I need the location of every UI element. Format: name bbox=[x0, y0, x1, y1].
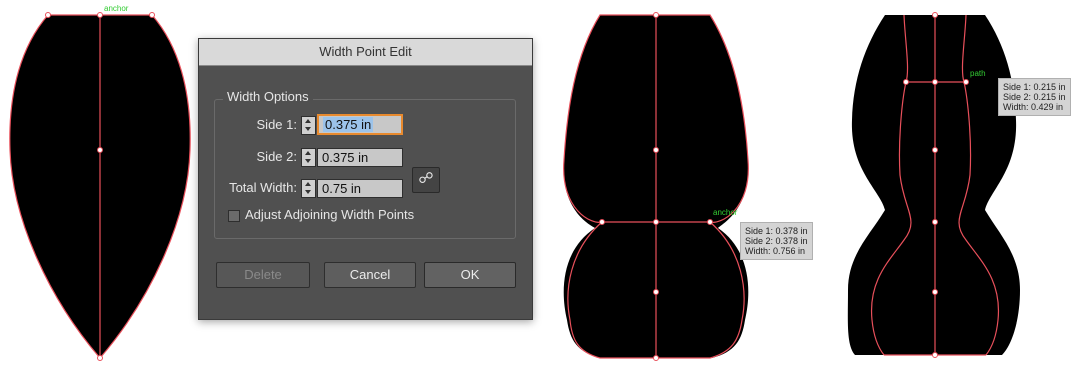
artboard: anchor anchor path bbox=[9, 4, 1020, 361]
width-tooltip-2: Side 1: 0.215 in Side 2: 0.215 in Width:… bbox=[998, 78, 1071, 116]
total-width-stepper[interactable] bbox=[301, 179, 316, 198]
total-width-label: Total Width: bbox=[229, 180, 297, 195]
width-options-title: Width Options bbox=[223, 89, 313, 104]
side1-input[interactable]: 0.375 in bbox=[317, 114, 403, 135]
side2-label: Side 2: bbox=[256, 149, 297, 164]
delete-button[interactable]: Delete bbox=[216, 262, 310, 288]
width-tooltip-1: Side 1: 0.378 in Side 2: 0.378 in Width:… bbox=[740, 222, 813, 260]
tooltip-side2: Side 2: 0.215 in bbox=[1003, 92, 1066, 102]
tooltip-side1: Side 1: 0.378 in bbox=[745, 226, 808, 236]
shape-teardrop[interactable] bbox=[9, 12, 191, 361]
chain-link-icon: ☍ bbox=[418, 170, 434, 187]
cancel-button[interactable]: Cancel bbox=[324, 262, 416, 288]
side1-label: Side 1: bbox=[256, 117, 297, 132]
tooltip-side1: Side 1: 0.215 in bbox=[1003, 82, 1066, 92]
anchor-label-1: anchor bbox=[104, 4, 129, 13]
path-label-3: path bbox=[970, 69, 986, 78]
dialog-title: Width Point Edit bbox=[199, 39, 532, 66]
shape-hourglass[interactable] bbox=[847, 12, 1020, 358]
link-widths-button[interactable]: ☍ bbox=[412, 167, 440, 193]
adjust-adjoining-checkbox[interactable] bbox=[228, 210, 240, 222]
side2-stepper[interactable] bbox=[301, 148, 316, 167]
adjust-adjoining-label[interactable]: Adjust Adjoining Width Points bbox=[245, 207, 414, 222]
total-width-input[interactable]: 0.75 in bbox=[317, 179, 403, 198]
side2-input[interactable]: 0.375 in bbox=[317, 148, 403, 167]
ok-button[interactable]: OK bbox=[424, 262, 516, 288]
tooltip-width: Width: 0.429 in bbox=[1003, 102, 1064, 112]
anchor-label-2: anchor bbox=[713, 208, 738, 217]
tooltip-width: Width: 0.756 in bbox=[745, 246, 806, 256]
side1-stepper[interactable] bbox=[301, 116, 316, 135]
width-point-edit-dialog: Width Point Edit Width Options Side 1: 0… bbox=[198, 38, 533, 320]
shape-vase[interactable] bbox=[563, 12, 749, 361]
side1-value: 0.375 in bbox=[323, 117, 374, 132]
tooltip-side2: Side 2: 0.378 in bbox=[745, 236, 808, 246]
